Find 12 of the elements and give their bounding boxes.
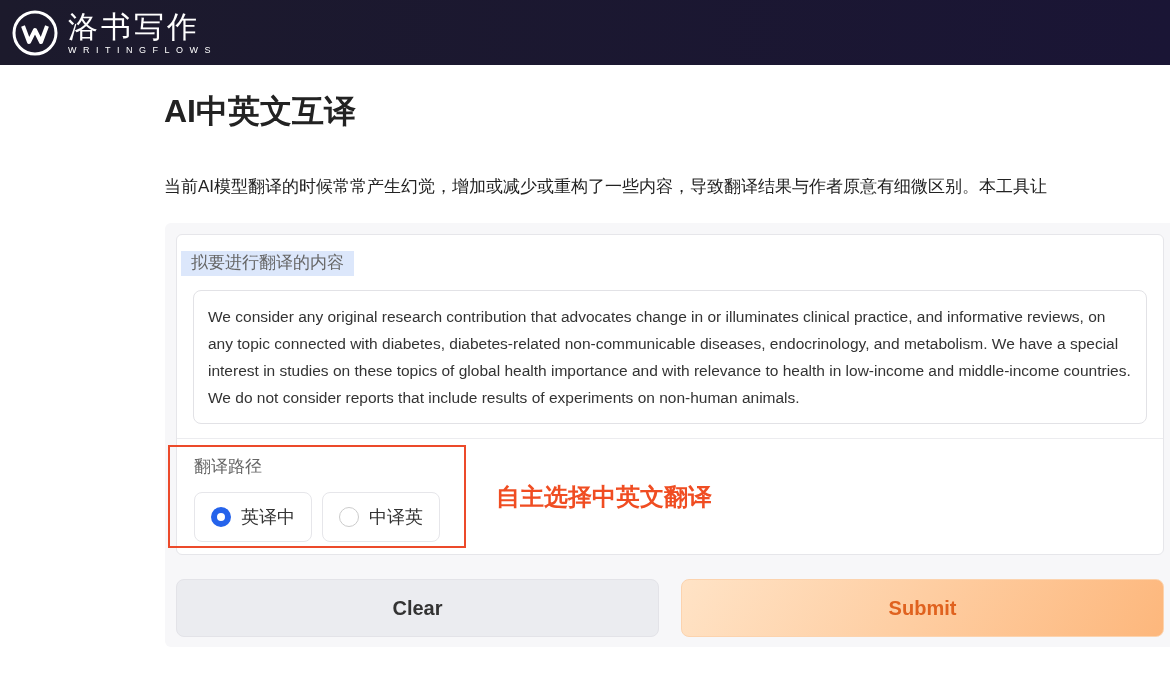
description-text: 当前AI模型翻译的时候常常产生幻觉，增加或减少或重构了一些内容，导致翻译结果与作者原意有细微区别。本工具让 — [164, 176, 1049, 198]
radio-option[interactable]: 中译英 — [322, 492, 440, 542]
radio-option[interactable]: 英译中 — [194, 492, 312, 542]
logo-subtitle: WRITINGFLOWS — [68, 43, 217, 56]
annotation-text: 自主选择中英文翻译 — [496, 481, 712, 512]
page-title: AI中英文互译 — [164, 92, 357, 131]
logo-text: 洛书写作 — [68, 9, 201, 44]
radio-icon[interactable] — [211, 507, 231, 527]
clear-button[interactable]: Clear — [176, 579, 659, 637]
direction-label: 翻译路径 — [194, 456, 263, 478]
input-label: 拟要进行翻译的内容 — [181, 251, 354, 276]
text-input-field[interactable]: We consider any original research contribution that advocates change in or illuminates clinical practice, and informative reviews, on any topic connected with diabetes, diabetes-related non-communicable diseases, endocrinology, and metabolism. We have a special interest in studies on these topics of global health importance and with relevance to health in low-income and middle-income countries. We do not consider reports that include results of experiments on non-human animals. — [193, 290, 1147, 424]
